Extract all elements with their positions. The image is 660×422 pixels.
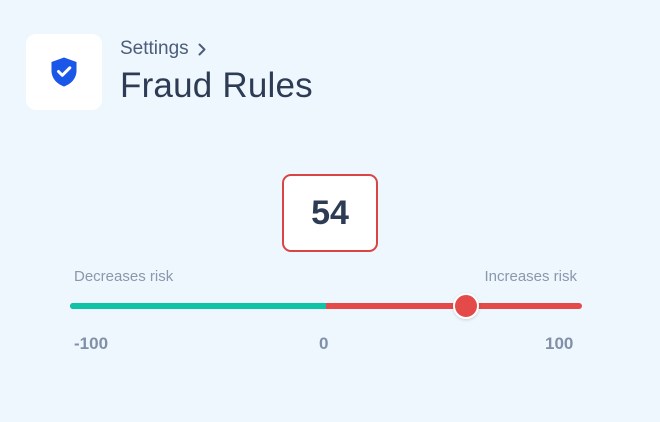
- chevron-right-icon: [198, 43, 206, 56]
- risk-score-value: 54: [282, 174, 378, 252]
- page-title: Fraud Rules: [120, 66, 313, 105]
- slider-min-label: -100: [74, 334, 109, 353]
- slider-zero-label: 0: [319, 334, 329, 353]
- header-titles: Settings Fraud Rules: [120, 38, 313, 106]
- decreases-risk-label: Decreases risk: [74, 268, 174, 285]
- slider-max-label: 100: [545, 334, 574, 353]
- risk-slider-thumb[interactable]: [453, 293, 480, 319]
- breadcrumb[interactable]: Settings: [120, 38, 313, 60]
- page-header: Settings Fraud Rules: [26, 34, 313, 110]
- shield-check-icon: [51, 57, 77, 87]
- app-icon-tile: [26, 34, 102, 110]
- risk-slider-track[interactable]: [70, 293, 582, 319]
- negative-range-fill: [70, 303, 326, 309]
- breadcrumb-settings-link[interactable]: Settings: [120, 38, 189, 60]
- increases-risk-label: Increases risk: [484, 268, 577, 285]
